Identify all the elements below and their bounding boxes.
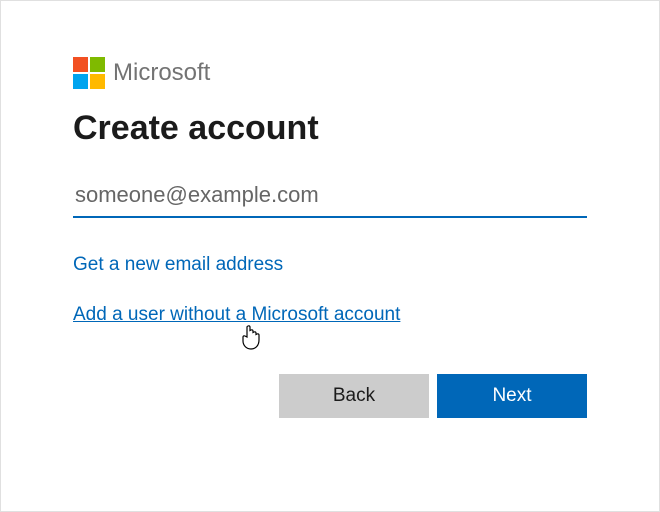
- email-field[interactable]: [73, 176, 587, 218]
- page-title: Create account: [73, 109, 587, 148]
- next-button[interactable]: Next: [437, 374, 587, 418]
- dialog-content: Microsoft Create account Get a new email…: [1, 1, 659, 458]
- add-user-without-account-link[interactable]: Add a user without a Microsoft account: [73, 304, 400, 326]
- brand-row: Microsoft: [73, 57, 587, 89]
- get-new-email-link[interactable]: Get a new email address: [73, 254, 283, 276]
- button-row: Back Next: [73, 374, 587, 418]
- microsoft-logo-icon: [73, 57, 105, 89]
- back-button[interactable]: Back: [279, 374, 429, 418]
- brand-text: Microsoft: [113, 59, 210, 87]
